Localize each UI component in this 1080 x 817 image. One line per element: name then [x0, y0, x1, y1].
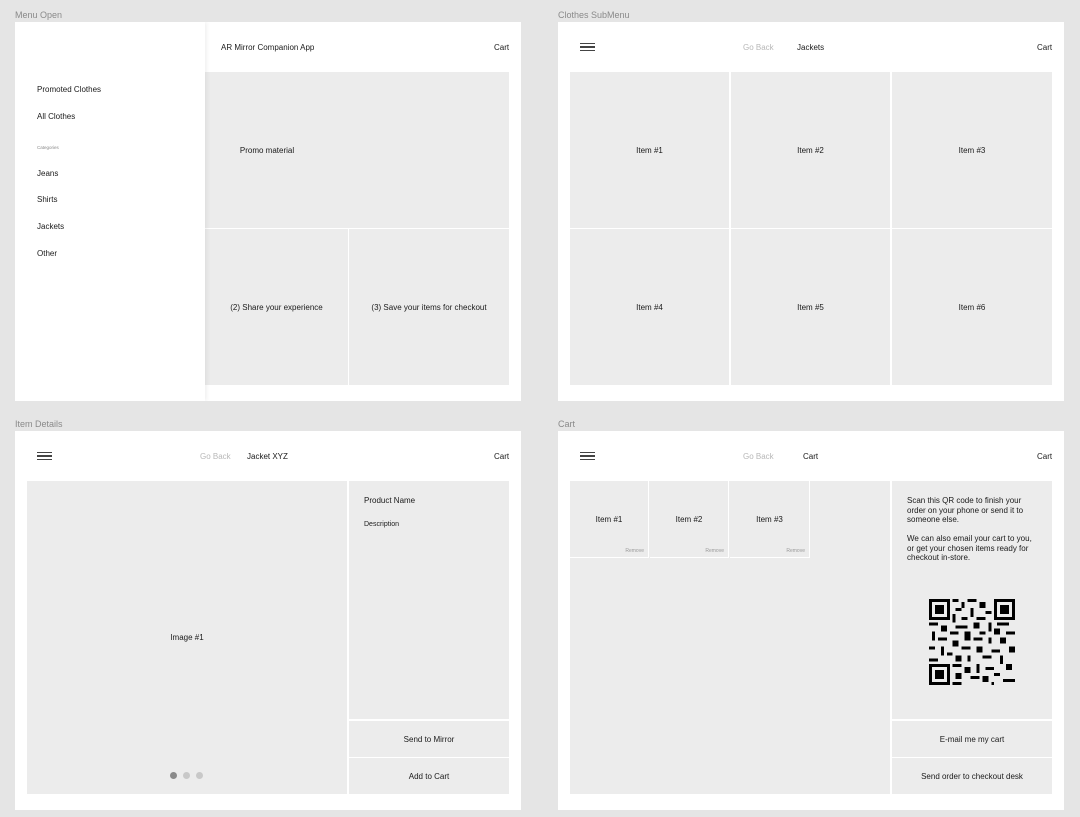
frame-menu-open: AR Mirror Companion App Cart Promo mater… [15, 22, 521, 401]
item-label: Item #2 [797, 145, 824, 155]
cart-link[interactable]: Cart [494, 43, 509, 52]
frame-item-details: Go Back Jacket XYZ Cart Image #1 Product… [15, 431, 521, 810]
categories-heading: Categories [37, 145, 59, 150]
hamburger-menu-icon[interactable] [580, 452, 595, 460]
item-tile[interactable]: Item #3 [892, 72, 1052, 228]
send-to-checkout-button[interactable]: Send order to checkout desk [892, 758, 1052, 794]
save-label: (3) Save your items for checkout [371, 302, 487, 312]
frame-cart: Go Back Cart Cart Item #1 Remove Item #2… [558, 431, 1064, 810]
go-back-link[interactable]: Go Back [200, 452, 231, 461]
cart-item[interactable]: Item #2 Remove [650, 481, 729, 558]
side-menu-drawer: Promoted Clothes All Clothes Categories … [15, 22, 205, 401]
item-label: Item #1 [636, 145, 663, 155]
qr-code-icon [929, 599, 1015, 685]
send-to-mirror-button[interactable]: Send to Mirror [349, 721, 509, 757]
item-tile[interactable]: Item #6 [892, 229, 1052, 385]
cart-item[interactable]: Item #1 Remove [570, 481, 649, 558]
send-to-mirror-label: Send to Mirror [403, 734, 455, 744]
menu-item-other[interactable]: Other [37, 249, 57, 258]
remove-link[interactable]: Remove [625, 548, 644, 554]
item-tile[interactable]: Item #1 [570, 72, 729, 228]
cart-item-label: Item #2 [675, 514, 703, 524]
product-description: Description [364, 521, 400, 528]
frame-clothes-submenu: Go Back Jackets Cart Item #1 Item #2 Ite… [558, 22, 1064, 401]
product-image[interactable]: Image #1 [27, 481, 347, 794]
item-label: Item #5 [797, 302, 824, 312]
item-tile[interactable]: Item #4 [570, 229, 729, 385]
cart-link[interactable]: Cart [1037, 43, 1052, 52]
frame-label-item-details: Item Details [15, 419, 63, 429]
page-title: Jacket XYZ [247, 452, 288, 461]
product-info-panel: Product Name Description [349, 481, 509, 719]
share-experience-tile[interactable]: (2) Share your experience [205, 229, 348, 385]
promo-label: Promo material [239, 145, 295, 155]
scan-instructions: Scan this QR code to finish your order o… [907, 496, 1024, 525]
carousel-dot[interactable] [196, 772, 203, 779]
share-label: (2) Share your experience [230, 302, 323, 312]
go-back-link[interactable]: Go Back [743, 43, 774, 52]
checkout-info-panel: Scan this QR code to finish your order o… [892, 481, 1052, 719]
add-to-cart-label: Add to Cart [408, 771, 450, 781]
cart-link[interactable]: Cart [1037, 452, 1052, 461]
item-label: Item #3 [958, 145, 986, 155]
frame-label-cart: Cart [558, 419, 576, 429]
email-cart-button[interactable]: E-mail me my cart [892, 721, 1052, 757]
cart-item-label: Item #1 [595, 514, 623, 524]
cart-link[interactable]: Cart [494, 452, 509, 461]
page-title: Cart [803, 452, 819, 461]
hamburger-menu-icon[interactable] [580, 43, 595, 51]
menu-item-jackets[interactable]: Jackets [37, 222, 64, 231]
email-cart-label: E-mail me my cart [939, 734, 1005, 744]
remove-link[interactable]: Remove [705, 548, 724, 554]
hamburger-menu-icon[interactable] [37, 452, 52, 460]
frame-label-menu-open: Menu Open [15, 10, 63, 20]
page-title: Jackets [797, 43, 825, 52]
menu-item-promoted[interactable]: Promoted Clothes [37, 85, 101, 94]
carousel-dot-active[interactable] [170, 772, 177, 779]
promo-banner[interactable]: Promo material [205, 72, 509, 228]
menu-item-all-clothes[interactable]: All Clothes [37, 112, 75, 121]
app-title: AR Mirror Companion App [221, 43, 315, 52]
go-back-link[interactable]: Go Back [743, 452, 774, 461]
menu-item-jeans[interactable]: Jeans [37, 169, 58, 178]
item-label: Item #6 [958, 302, 986, 312]
send-to-checkout-label: Send order to checkout desk [921, 771, 1023, 781]
remove-link[interactable]: Remove [786, 548, 805, 554]
cart-item[interactable]: Item #3 Remove [730, 481, 810, 558]
item-tile[interactable]: Item #2 [731, 72, 890, 228]
frame-label-clothes-submenu: Clothes SubMenu [558, 10, 630, 20]
add-to-cart-button[interactable]: Add to Cart [349, 758, 509, 794]
cart-item-label: Item #3 [756, 514, 783, 524]
email-instructions: We can also email your cart to you, or g… [907, 534, 1032, 563]
item-label: Item #4 [636, 302, 663, 312]
menu-item-shirts[interactable]: Shirts [37, 195, 57, 204]
product-name: Product Name [364, 496, 416, 505]
item-tile[interactable]: Item #5 [731, 229, 890, 385]
save-items-tile[interactable]: (3) Save your items for checkout [349, 229, 509, 385]
image-label: Image #1 [170, 633, 204, 642]
carousel-dot[interactable] [183, 772, 190, 779]
